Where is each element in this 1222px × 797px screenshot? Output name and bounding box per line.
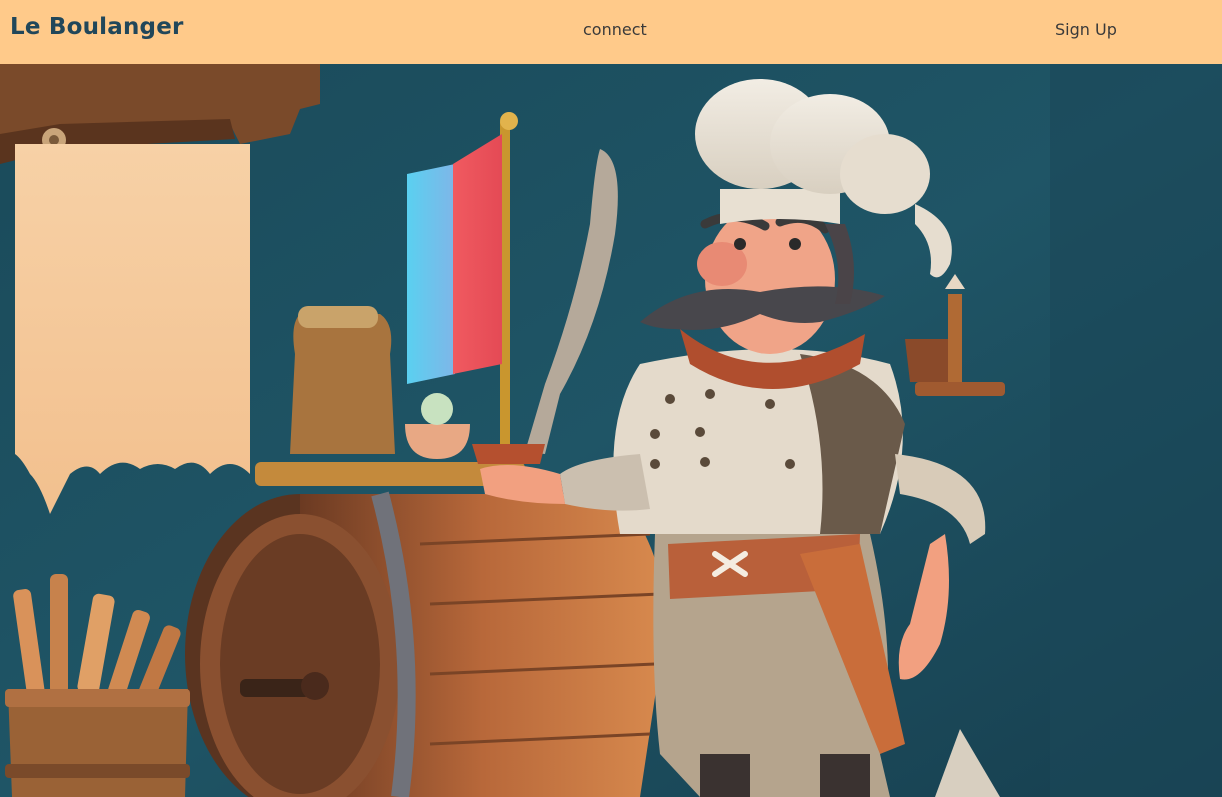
wooden-barrel: [185, 491, 665, 797]
brand-logo-text[interactable]: Le Boulanger: [10, 14, 184, 40]
sign-up-link[interactable]: Sign Up: [1055, 20, 1117, 39]
hero-illustration: [0, 64, 1222, 797]
top-navbar: Le Boulanger connect Sign Up: [0, 0, 1222, 64]
connect-link[interactable]: connect: [583, 20, 647, 39]
parchment-scroll: [15, 144, 250, 514]
hero-section: [0, 64, 1222, 797]
